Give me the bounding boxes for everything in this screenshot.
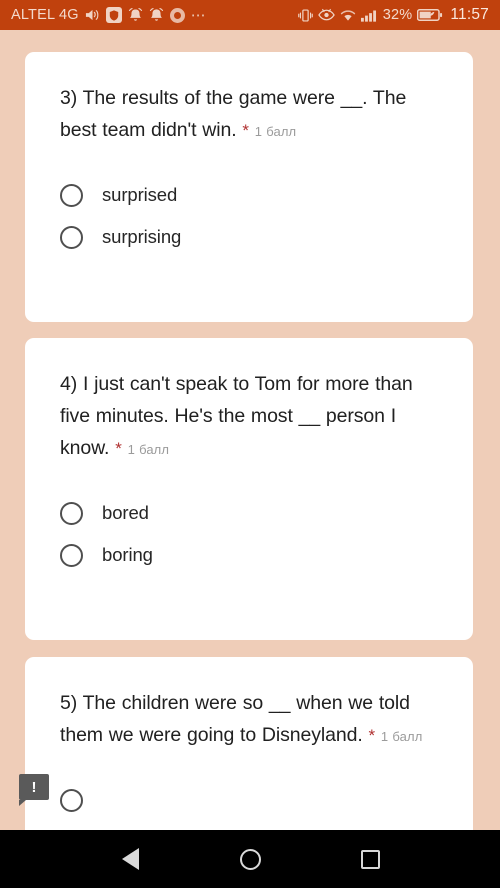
question-card-5: 5) The children were so __ when we told …	[25, 657, 473, 830]
options-group: surprised surprising	[60, 174, 438, 258]
eye-icon	[317, 8, 335, 22]
option-label: bored	[102, 502, 149, 523]
option-row[interactable]: surprising	[60, 216, 438, 258]
overflow-dots-icon: ⋯	[190, 7, 207, 24]
volume-icon	[85, 8, 100, 22]
question-card-4: 4) I just can't speak to Tom for more th…	[25, 338, 473, 640]
question-heading: 5) The children were so __ when we told …	[60, 687, 438, 753]
option-row[interactable]: surprised	[60, 174, 438, 216]
question-text: 3) The results of the game were __. The …	[60, 87, 407, 141]
option-label: surprised	[102, 184, 178, 205]
form-scroll-area[interactable]: 3) The results of the game were __. The …	[0, 30, 500, 830]
required-asterisk: *	[115, 439, 122, 458]
option-row[interactable]	[60, 779, 438, 821]
question-card-3: 3) The results of the game were __. The …	[25, 52, 473, 322]
radio-button-icon[interactable]	[60, 183, 83, 207]
exclamation-glyph: !	[31, 778, 37, 796]
notification-bell-icon	[149, 7, 164, 23]
back-icon	[121, 848, 139, 870]
radio-button-icon[interactable]	[60, 501, 83, 525]
wifi-icon	[340, 9, 356, 22]
required-asterisk: *	[242, 121, 249, 140]
battery-icon	[417, 8, 443, 22]
recents-button[interactable]	[342, 831, 398, 887]
option-row[interactable]: bored	[60, 492, 438, 534]
required-asterisk: *	[368, 726, 376, 745]
vibrate-icon	[297, 8, 313, 23]
options-group: bored boring	[60, 492, 438, 576]
recents-icon	[360, 849, 380, 869]
question-heading: 3) The results of the game were __. The …	[60, 82, 438, 148]
android-navigation-bar	[0, 830, 500, 888]
option-row[interactable]: boring	[60, 534, 438, 576]
option-label: boring	[102, 544, 153, 565]
question-text: 4) I just can't speak to Tom for more th…	[60, 373, 413, 459]
shield-icon	[105, 7, 122, 23]
radio-button-icon[interactable]	[60, 225, 83, 249]
signal-bars-icon	[360, 9, 378, 22]
home-button[interactable]	[222, 831, 278, 887]
exclamation-icon[interactable]: !	[19, 774, 49, 806]
status-bar-left: ALTEL 4G ⋯	[11, 6, 298, 24]
radio-button-icon[interactable]	[60, 788, 83, 812]
chrome-icon	[169, 7, 185, 23]
carrier-label: ALTEL 4G	[11, 7, 79, 23]
question-points: 1 балл	[254, 124, 297, 139]
battery-percent-label: 32%	[382, 7, 413, 23]
question-points: 1 балл	[380, 729, 423, 744]
question-text: 5) The children were so __ when we told …	[60, 692, 410, 746]
status-bar-right: 32% 11:57	[297, 6, 489, 24]
home-icon	[239, 848, 261, 870]
options-group	[60, 779, 438, 821]
clock-label: 11:57	[450, 6, 489, 23]
back-button[interactable]	[102, 831, 158, 887]
alarm-icon	[128, 7, 143, 23]
question-heading: 4) I just can't speak to Tom for more th…	[60, 368, 438, 466]
question-points: 1 балл	[127, 442, 170, 457]
option-label: surprising	[102, 226, 182, 247]
radio-button-icon[interactable]	[60, 543, 83, 567]
status-bar: ALTEL 4G ⋯ 32% 11:57	[0, 0, 500, 30]
